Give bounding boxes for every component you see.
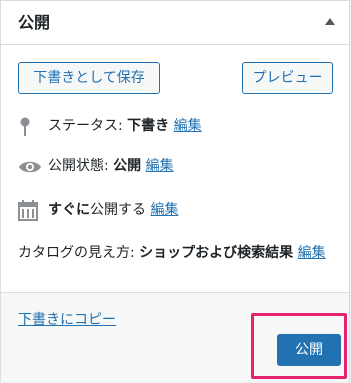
status-edit-link[interactable]: 編集 (174, 118, 202, 134)
save-draft-button[interactable]: 下書きとして保存 (18, 62, 160, 94)
eye-icon (18, 156, 42, 178)
publish-button[interactable]: 公開 (277, 334, 341, 366)
catalog-label: カタログの見え方: (18, 245, 135, 261)
schedule-row: すぐに公開する 編集 (18, 200, 338, 222)
panel-title: 公開 (18, 13, 51, 32)
status-label: ステータス: (48, 118, 123, 134)
schedule-label: すぐに (48, 202, 90, 218)
publishing-actions: 下書きにコピー 公開 (1, 292, 349, 382)
calendar-icon (18, 200, 38, 222)
pin-icon (18, 116, 32, 138)
visibility-row: 公開状態: 公開 編集 (18, 156, 338, 178)
publish-panel: 公開 下書きとして保存 プレビュー ステータス: 下書き 編集 公開状態: 公開… (0, 0, 350, 382)
preview-button[interactable]: プレビュー (242, 62, 333, 94)
collapse-arrow-icon[interactable] (325, 18, 335, 25)
copy-to-draft-link[interactable]: 下書きにコピー (18, 310, 116, 330)
catalog-edit-link[interactable]: 編集 (298, 245, 326, 261)
visibility-label: 公開状態: (48, 158, 109, 174)
highlight-box: 公開 (251, 313, 347, 379)
schedule-edit-link[interactable]: 編集 (150, 202, 178, 218)
status-row: ステータス: 下書き 編集 (18, 116, 338, 138)
catalog-visibility-row: カタログの見え方: ショップおよび検索結果 編集 (18, 242, 336, 264)
visibility-value: 公開 (113, 158, 142, 174)
catalog-value: ショップおよび検索結果 (139, 245, 294, 261)
status-value: 下書き (127, 118, 170, 134)
panel-header[interactable]: 公開 (1, 1, 349, 45)
schedule-label-rest: 公開する (90, 202, 146, 218)
visibility-edit-link[interactable]: 編集 (146, 158, 174, 174)
